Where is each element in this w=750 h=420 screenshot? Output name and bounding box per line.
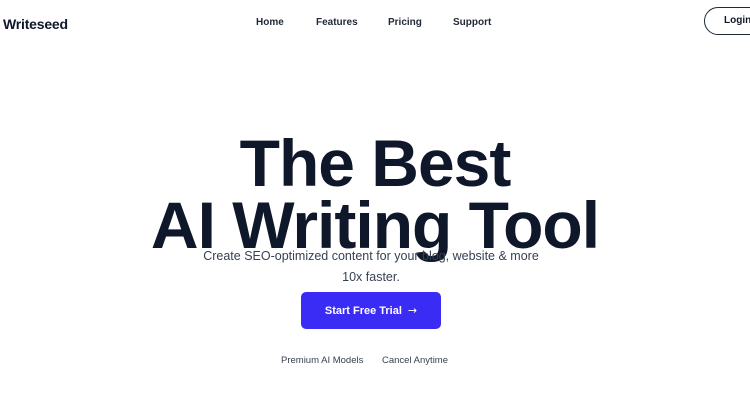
- hero-title: The Best AI Writing Tool: [0, 126, 750, 258]
- nav-link-features[interactable]: Features: [316, 16, 358, 30]
- feature-item-cancel-anytime: Cancel Anytime: [382, 355, 449, 366]
- feature-list: Premium AI Models Cancel Anytime: [0, 354, 750, 368]
- nav-link-support[interactable]: Support: [453, 16, 491, 30]
- top-navigation: Writeseed Home Features Pricing Support …: [0, 0, 750, 44]
- nav-link-pricing[interactable]: Pricing: [388, 16, 422, 30]
- nav-link-home[interactable]: Home: [256, 16, 284, 30]
- login-button[interactable]: Login: [704, 7, 750, 35]
- start-free-trial-label: Start Free Trial: [324, 305, 402, 317]
- feature-item-premium-ai-models: Premium AI Models: [281, 355, 364, 366]
- brand-logo[interactable]: Writeseed: [3, 16, 68, 32]
- arrow-right-icon: →: [407, 304, 418, 317]
- hero-subtitle: Create SEO-optimized content for your bl…: [203, 248, 539, 284]
- start-free-trial-button[interactable]: Start Free Trial →: [301, 292, 441, 329]
- hero-title-line-1: The Best: [239, 126, 512, 201]
